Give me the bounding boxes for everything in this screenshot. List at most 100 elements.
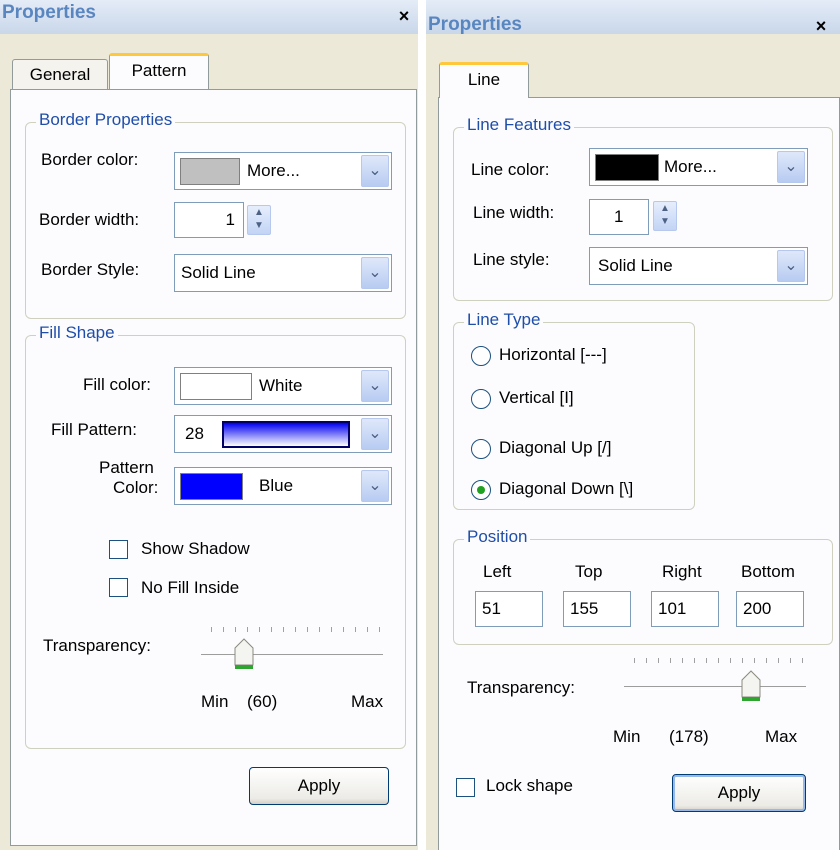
pattern-color-dropdown[interactable]: Blue ⌄ <box>174 467 392 505</box>
left-panel-title: Properties <box>2 2 96 23</box>
transparency-label: Transparency: <box>43 636 152 655</box>
line-width-input[interactable]: 1 <box>589 199 649 235</box>
border-style-value: Solid Line <box>181 263 256 282</box>
position-left-input[interactable]: 51 <box>475 591 543 627</box>
line-width-value: 1 <box>614 207 624 226</box>
chevron-down-icon[interactable]: ⌄ <box>361 370 389 402</box>
tab-general-label: General <box>29 65 91 84</box>
fill-color-value: White <box>259 376 303 395</box>
transparency-min-label: Min <box>613 727 641 746</box>
tab-pattern-label: Pattern <box>131 61 187 80</box>
border-width-value: 1 <box>225 210 235 229</box>
border-color-dropdown[interactable]: More... ⌄ <box>174 152 392 190</box>
radio-horizontal[interactable] <box>471 346 491 366</box>
line-type-legend: Line Type <box>464 310 544 330</box>
radio-vertical[interactable] <box>471 389 491 409</box>
lock-shape-checkbox[interactable] <box>456 778 475 797</box>
transparency-ticks <box>634 658 804 663</box>
border-width-label: Border width: <box>39 210 140 229</box>
border-width-input[interactable]: 1 <box>174 202 244 238</box>
fill-color-label: Fill color: <box>83 375 152 394</box>
left-close-button[interactable]: × <box>393 6 415 26</box>
fill-pattern-value: 28 <box>185 424 204 443</box>
radio-diagonal-down-label: Diagonal Down [\] <box>499 479 634 498</box>
left-tab-body: Border Properties Border color: More... … <box>10 89 417 846</box>
radio-vertical-label: Vertical [I] <box>499 388 574 407</box>
pattern-color-value: Blue <box>259 476 294 495</box>
border-style-label: Border Style: <box>41 260 140 279</box>
transparency-min-label: Min <box>201 692 229 711</box>
radio-diagonal-up-label: Diagonal Up [/] <box>499 438 612 457</box>
apply-button-label: Apply <box>297 776 341 795</box>
border-properties-legend: Border Properties <box>36 110 176 130</box>
transparency-max-label: Max <box>765 727 798 746</box>
lock-shape-label: Lock shape <box>486 776 573 795</box>
chevron-down-icon[interactable]: ⌄ <box>361 257 389 289</box>
line-style-value: Solid Line <box>598 256 673 275</box>
border-color-swatch <box>180 158 240 185</box>
transparency-value: (178) <box>669 727 709 746</box>
right-close-button[interactable]: × <box>810 16 832 36</box>
pattern-color-label-line2: Color: <box>113 478 159 497</box>
position-bottom-input[interactable]: 200 <box>736 591 804 627</box>
chevron-down-icon[interactable]: ⌄ <box>777 250 805 282</box>
position-top-input[interactable]: 155 <box>563 591 631 627</box>
transparency-ticks <box>211 627 381 632</box>
pattern-color-swatch <box>180 473 243 500</box>
transparency-slider-thumb[interactable] <box>741 670 761 702</box>
radio-horizontal-label: Horizontal [---] <box>499 345 607 364</box>
line-style-dropdown[interactable]: Solid Line ⌄ <box>589 247 808 285</box>
transparency-max-label: Max <box>351 692 384 711</box>
tab-line-label: Line <box>467 70 501 89</box>
chevron-down-icon[interactable]: ⌄ <box>361 418 389 450</box>
fill-pattern-dropdown[interactable]: 28 ⌄ <box>174 415 392 453</box>
no-fill-inside-label: No Fill Inside <box>141 578 240 597</box>
apply-button-label: Apply <box>717 783 761 802</box>
line-width-stepper[interactable]: ▲ ▼ <box>653 201 677 231</box>
radio-diagonal-down[interactable] <box>471 480 491 500</box>
show-shadow-label: Show Shadow <box>141 539 250 558</box>
fill-shape-legend: Fill Shape <box>36 323 118 343</box>
no-fill-inside-checkbox[interactable] <box>109 578 128 597</box>
position-left-label: Left <box>483 562 512 581</box>
position-right-label: Right <box>662 562 702 581</box>
fill-color-dropdown[interactable]: White ⌄ <box>174 367 392 405</box>
line-color-swatch <box>595 154 659 181</box>
apply-button[interactable]: Apply <box>249 767 389 805</box>
fill-pattern-label: Fill Pattern: <box>51 420 137 439</box>
right-panel-title: Properties <box>428 14 522 35</box>
chevron-down-icon[interactable]: ⌄ <box>361 155 389 187</box>
position-right-input[interactable]: 101 <box>651 591 719 627</box>
panel-divider <box>418 0 426 850</box>
show-shadow-checkbox[interactable] <box>109 540 128 559</box>
position-bottom-label: Bottom <box>741 562 795 581</box>
border-width-stepper[interactable]: ▲ ▼ <box>247 205 271 235</box>
line-color-label: Line color: <box>471 160 550 179</box>
chevron-down-icon[interactable]: ⌄ <box>361 470 389 502</box>
line-style-label: Line style: <box>473 250 550 269</box>
chevron-down-icon[interactable]: ⌄ <box>777 151 805 183</box>
transparency-slider-track[interactable] <box>201 654 383 658</box>
transparency-slider-thumb[interactable] <box>234 638 254 670</box>
right-properties-panel: Properties × Line Line Features Line col… <box>426 0 840 850</box>
left-properties-panel: Properties × General Pattern Border Prop… <box>0 0 418 850</box>
line-color-value: More... <box>664 157 717 176</box>
fill-color-swatch <box>180 373 252 400</box>
position-legend: Position <box>464 527 531 547</box>
left-title-bar: Properties × <box>0 0 418 34</box>
right-title-bar: Properties × <box>426 0 840 36</box>
fill-pattern-preview <box>222 421 350 448</box>
apply-button[interactable]: Apply <box>672 774 806 812</box>
transparency-value: (60) <box>247 692 278 711</box>
tab-line[interactable]: Line <box>439 62 529 98</box>
line-features-legend: Line Features <box>464 115 574 135</box>
radio-diagonal-up[interactable] <box>471 439 491 459</box>
transparency-slider-track[interactable] <box>624 686 806 690</box>
pattern-color-label-line1: Pattern <box>99 458 154 477</box>
border-color-label: Border color: <box>41 150 139 169</box>
border-style-dropdown[interactable]: Solid Line ⌄ <box>174 254 392 292</box>
line-width-label: Line width: <box>473 203 555 222</box>
tab-pattern[interactable]: Pattern <box>109 53 209 89</box>
tab-general[interactable]: General <box>12 59 108 90</box>
line-color-dropdown[interactable]: More... ⌄ <box>589 148 808 186</box>
